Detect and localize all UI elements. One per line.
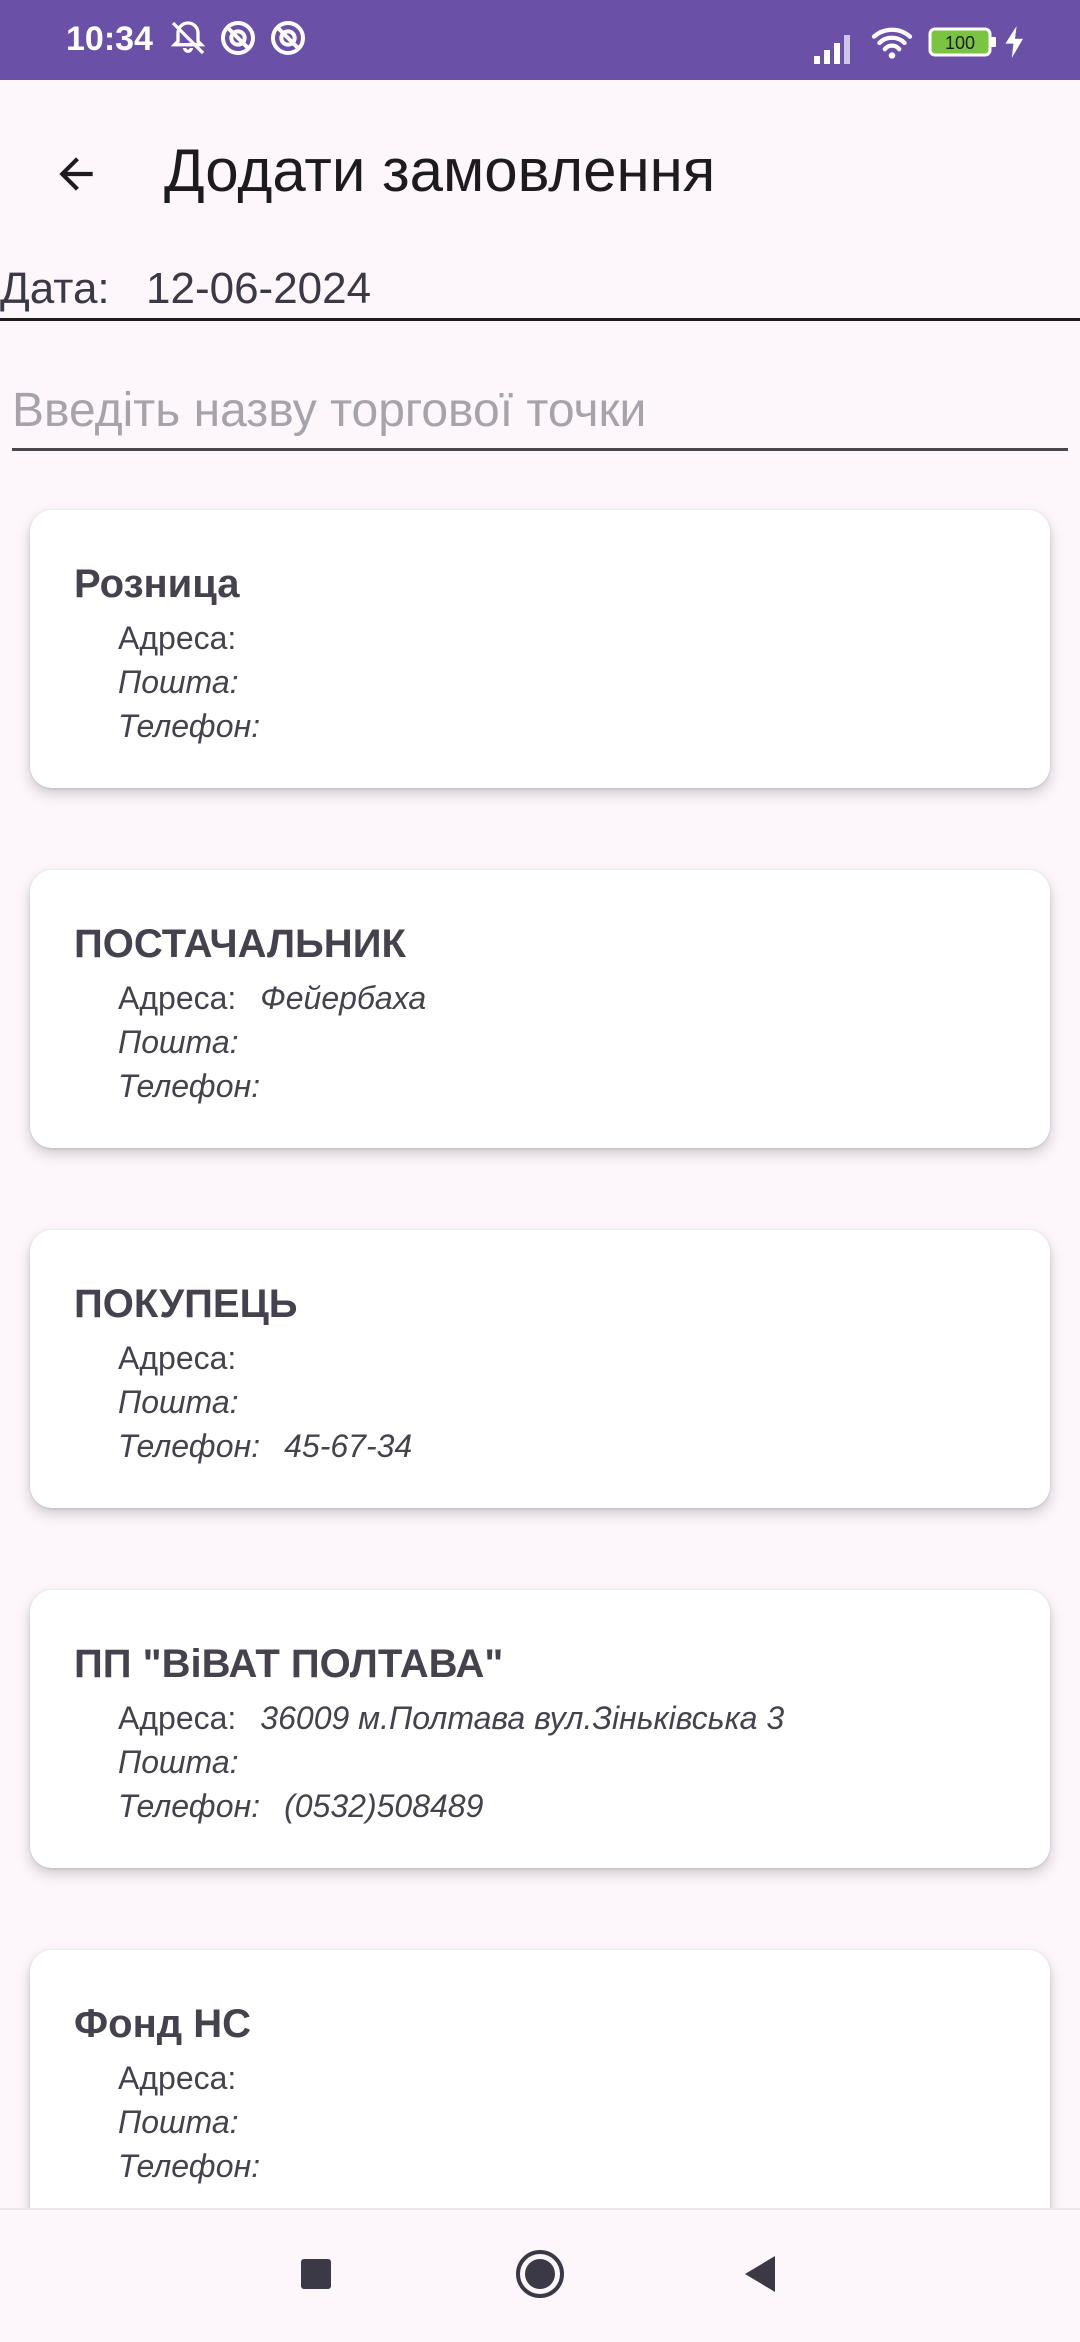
address-label: Адреса:: [118, 1340, 237, 1376]
store-phone-row: Телефон:: [118, 708, 284, 745]
search-field[interactable]: [12, 376, 1068, 451]
store-name: Розница: [74, 562, 240, 606]
store-address-row: Адреса:: [118, 1340, 260, 1377]
phone-label: Телефон:: [118, 1068, 261, 1104]
email-label: Пошта:: [118, 1744, 239, 1780]
battery-level: 100: [945, 33, 975, 53]
store-card[interactable]: Фонд НС Адреса: Пошта: Телефон:: [30, 1950, 1050, 2228]
store-name: ПОСТАЧАЛЬНИК: [74, 922, 406, 966]
signal-icon: [812, 30, 856, 69]
page-title: Додати замовлення: [164, 137, 716, 204]
phone-label: Телефон:: [118, 1428, 261, 1464]
charging-icon: [1004, 26, 1026, 63]
status-time: 10:34: [66, 20, 153, 58]
search-input[interactable]: [12, 376, 1068, 444]
store-email-row: Пошта:: [118, 1744, 263, 1781]
store-phone-row: Телефон:: [118, 1068, 284, 1105]
back-button[interactable]: [40, 140, 112, 212]
store-email-row: Пошта:: [118, 664, 263, 701]
home-button[interactable]: [504, 2246, 576, 2306]
phone-label: Телефон:: [118, 2148, 261, 2184]
dnd-icon: [268, 18, 308, 63]
email-label: Пошта:: [118, 2104, 239, 2140]
address-label: Адреса:: [118, 980, 237, 1016]
date-label: Дата:: [0, 264, 110, 313]
store-email-row: Пошта:: [118, 1384, 263, 1421]
phone-label: Телефон:: [118, 1788, 261, 1824]
store-phone: 45-67-34: [284, 1428, 413, 1464]
store-card[interactable]: ПОСТАЧАЛЬНИК Адреса: Фейербаха Пошта: Тел…: [30, 870, 1050, 1148]
back-triangle-icon: [741, 2254, 779, 2299]
store-address: 36009 м.Полтава вул.Зіньківська 3: [260, 1700, 785, 1736]
store-card[interactable]: Розница Адреса: Пошта: Телефон:: [30, 510, 1050, 788]
wifi-icon: [870, 24, 914, 65]
recents-button[interactable]: [280, 2246, 352, 2306]
bell-off-icon: [168, 18, 208, 63]
store-card[interactable]: ПОКУПЕЦЬ Адреса: Пошта: Телефон: 45-67-34: [30, 1230, 1050, 1508]
store-name: ПП "ВіВАТ ПОЛТАВА": [74, 1642, 504, 1686]
store-name: ПОКУПЕЦЬ: [74, 1282, 298, 1326]
status-bar: 10:34 100: [0, 0, 1080, 80]
address-label: Адреса:: [118, 2060, 237, 2096]
store-card[interactable]: ПП "ВіВАТ ПОЛТАВА" Адреса: 36009 м.Полтав…: [30, 1590, 1050, 1868]
store-phone-row: Телефон: 45-67-34: [118, 1428, 412, 1465]
store-phone-row: Телефон:: [118, 2148, 284, 2185]
recents-square-icon: [299, 2257, 333, 2296]
email-label: Пошта:: [118, 664, 239, 700]
system-nav-bar: [0, 2208, 1080, 2342]
phone-label: Телефон:: [118, 708, 261, 744]
dnd-icon: [218, 18, 258, 63]
app-bar: Додати замовлення: [0, 80, 1080, 260]
battery-icon: 100: [928, 26, 998, 63]
address-label: Адреса:: [118, 1700, 237, 1736]
store-address-row: Адреса:: [118, 620, 260, 657]
address-label: Адреса:: [118, 620, 237, 656]
arrow-back-icon: [51, 149, 101, 204]
store-name: Фонд НС: [74, 2002, 252, 2046]
home-circle-icon: [514, 2248, 566, 2305]
date-value[interactable]: 12-06-2024: [146, 264, 371, 314]
back-nav-button[interactable]: [724, 2246, 796, 2306]
store-phone-row: Телефон: (0532)508489: [118, 1788, 483, 1825]
store-email-row: Пошта:: [118, 2104, 263, 2141]
store-address-row: Адреса: 36009 м.Полтава вул.Зіньківська 3: [118, 1700, 784, 1737]
email-label: Пошта:: [118, 1384, 239, 1420]
store-address: Фейербаха: [260, 980, 427, 1016]
store-address-row: Адреса: Фейербаха: [118, 980, 426, 1017]
store-email-row: Пошта:: [118, 1024, 263, 1061]
store-phone: (0532)508489: [284, 1788, 484, 1824]
email-label: Пошта:: [118, 1024, 239, 1060]
store-address-row: Адреса:: [118, 2060, 260, 2097]
date-row[interactable]: Дата: 12-06-2024: [0, 258, 1080, 321]
